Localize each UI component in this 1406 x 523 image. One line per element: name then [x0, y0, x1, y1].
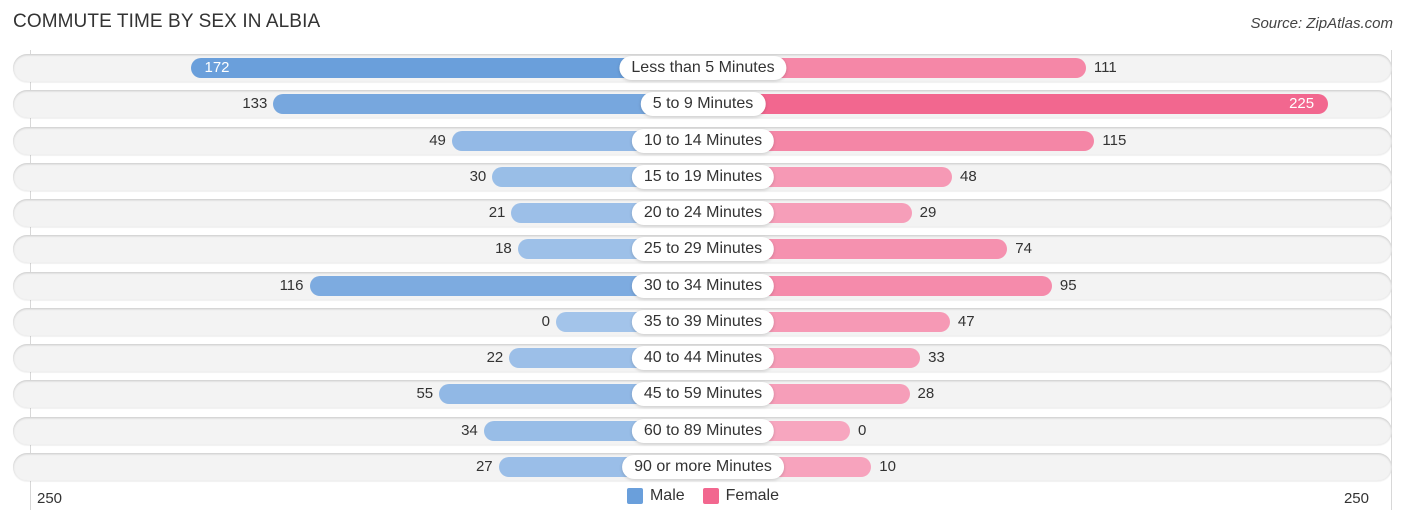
- value-label-male: 49: [429, 131, 446, 149]
- category-label: Less than 5 Minutes: [619, 56, 787, 80]
- category-label: 20 to 24 Minutes: [631, 201, 775, 225]
- value-label-female: 95: [1059, 276, 1077, 294]
- value-label-female: 48: [960, 167, 977, 185]
- source-credit: Source: ZipAtlas.com: [1250, 15, 1393, 32]
- legend-item-male[interactable]: Male: [626, 487, 685, 505]
- category-label: 40 to 44 Minutes: [631, 346, 775, 370]
- chart-title: COMMUTE TIME BY SEX IN ALBIA: [13, 11, 321, 32]
- value-label-female: 225: [1289, 95, 1315, 113]
- value-label-male: 0: [541, 312, 550, 330]
- category-label: 5 to 9 Minutes: [640, 92, 766, 117]
- value-label-female: 0: [858, 421, 867, 439]
- category-label: 35 to 39 Minutes: [631, 309, 775, 334]
- legend-swatch-male: [626, 488, 643, 504]
- value-label-female: 115: [1102, 131, 1127, 149]
- value-label-male: 34: [461, 421, 478, 439]
- category-label: 90 or more Minutes: [622, 454, 784, 479]
- value-label-female: 10: [879, 457, 896, 475]
- value-label-male: 21: [488, 204, 506, 221]
- value-label-male: 18: [495, 240, 512, 258]
- legend: Male Female: [0, 487, 1406, 505]
- category-label: 10 to 14 Minutes: [631, 128, 775, 153]
- value-label-male: 30: [469, 167, 487, 185]
- category-label: 60 to 89 Minutes: [631, 418, 775, 443]
- category-label: 15 to 19 Minutes: [631, 164, 775, 189]
- legend-swatch-female: [702, 488, 719, 504]
- value-label-male: 27: [475, 457, 493, 475]
- value-label-male: 172: [204, 59, 230, 76]
- value-label-female: 29: [919, 204, 937, 221]
- bar-female[interactable]: [703, 94, 1329, 115]
- value-label-female: 33: [928, 349, 945, 366]
- value-label-female: 74: [1015, 240, 1032, 258]
- axis-gridline-right: [1391, 50, 1392, 510]
- legend-label-female: Female: [725, 487, 780, 504]
- legend-item-female[interactable]: Female: [702, 487, 780, 505]
- category-label: 25 to 29 Minutes: [631, 237, 775, 262]
- value-label-female: 47: [957, 312, 975, 330]
- value-label-male: 116: [279, 276, 304, 294]
- value-label-male: 22: [486, 349, 504, 366]
- bar-male[interactable]: [273, 94, 703, 115]
- legend-label-male: Male: [649, 487, 685, 504]
- category-label: 45 to 59 Minutes: [631, 382, 775, 407]
- value-label-female: 111: [1093, 59, 1117, 76]
- value-label-male: 133: [242, 95, 268, 113]
- value-label-male: 55: [416, 385, 434, 403]
- value-label-female: 28: [917, 385, 935, 403]
- category-label: 30 to 34 Minutes: [631, 273, 775, 298]
